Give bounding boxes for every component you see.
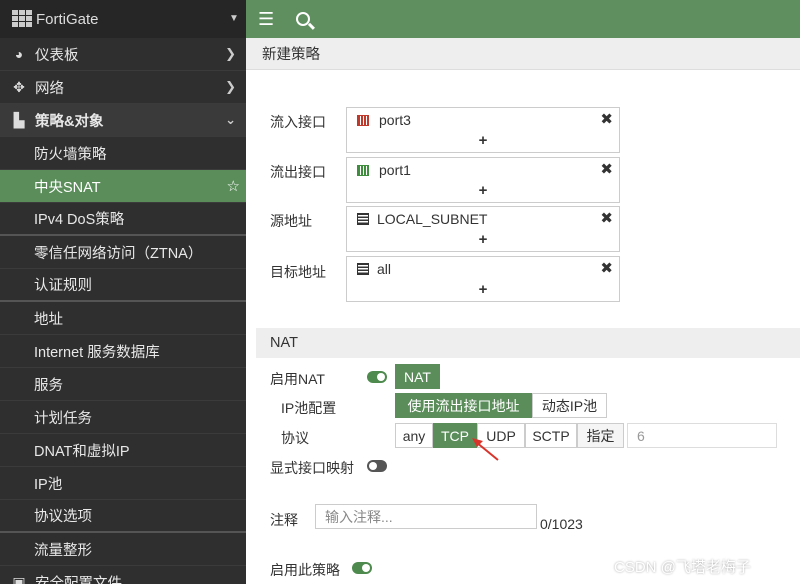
source-address-value: LOCAL_SUBNET (377, 211, 488, 227)
remove-icon[interactable]: ✖ (600, 110, 613, 128)
destination-address-field[interactable]: all ✖ + (346, 256, 620, 302)
watermark: CSDN @飞塔老梅子 (614, 559, 751, 576)
chevron-down-icon: ⌄ (225, 112, 236, 127)
page-title: 新建策略 (262, 47, 320, 63)
address-object-icon (357, 263, 369, 275)
sidebar-item-services[interactable]: 服务 (0, 368, 246, 401)
menu-hamburger-icon[interactable]: ☰ (258, 9, 274, 30)
sidebar-item-label: 服务 (34, 377, 63, 394)
sidebar-item-label: 协议选项 (34, 509, 92, 525)
ip-pool-config-label: IP池配置 (281, 400, 337, 416)
policy-form: 流入接口 port3 ✖ + 流出接口 port1 ✖ + 源地址 LOCAL_… (246, 70, 800, 584)
sidebar-item-network[interactable]: ✥ 网络 ❯ (0, 71, 246, 104)
protocol-option-specify[interactable]: 指定 (577, 423, 624, 448)
incoming-interface-label: 流入接口 (270, 114, 326, 130)
remove-icon[interactable]: ✖ (600, 160, 613, 178)
outgoing-interface-label: 流出接口 (270, 164, 326, 180)
network-arrows-icon: ✥ (13, 78, 25, 95)
sidebar-item-label: 防火墙策略 (34, 146, 107, 163)
sidebar-item-security-profiles[interactable]: ▣ 安全配置文件 (0, 566, 246, 584)
page-title-bar: 新建策略 (246, 38, 800, 70)
sidebar-item-auth-rules[interactable]: 认证规则 (0, 269, 246, 302)
sidebar-item-protocol-options[interactable]: 协议选项 (0, 500, 246, 533)
outgoing-interface-field[interactable]: port1 ✖ + (346, 157, 620, 203)
nat-button[interactable]: NAT (395, 364, 440, 389)
sidebar-item-ip-pools[interactable]: IP池 (0, 467, 246, 500)
sidebar-item-internet-service-db[interactable]: Internet 服务数据库 (0, 335, 246, 368)
port-green-icon (357, 164, 369, 176)
search-icon[interactable] (296, 12, 311, 26)
sidebar-item-central-snat[interactable]: 中央SNAT ☆ (0, 170, 246, 203)
top-bar: ☰ (246, 0, 800, 38)
destination-address-value: all (377, 261, 392, 277)
chevron-right-icon: ❯ (225, 79, 236, 94)
enable-nat-label: 启用NAT (270, 371, 325, 387)
sidebar-item-label: IP池 (34, 476, 63, 493)
incoming-interface-value: port3 (379, 112, 411, 128)
sidebar: FortiGate ▼ ◕ 仪表板 ❯ ✥ 网络 ❯ ▙ 策略&对象 ⌄ 防火墙… (0, 0, 246, 584)
sidebar-item-firewall-policy[interactable]: 防火墙策略 (0, 137, 246, 170)
sidebar-item-ipv4-dos[interactable]: IPv4 DoS策略 (0, 203, 246, 236)
explicit-port-mapping-label: 显式接口映射 (270, 460, 354, 476)
source-address-field[interactable]: LOCAL_SUBNET ✖ + (346, 206, 620, 252)
protocol-number-field[interactable]: 6 (627, 423, 777, 448)
sidebar-item-dashboard[interactable]: ◕ 仪表板 ❯ (0, 38, 246, 71)
sidebar-item-policy-objects[interactable]: ▙ 策略&对象 ⌄ (0, 104, 246, 137)
address-object-icon (357, 213, 369, 225)
incoming-interface-field[interactable]: port3 ✖ + (346, 107, 620, 153)
sidebar-item-label: IPv4 DoS策略 (34, 212, 125, 228)
brand-name: FortiGate (36, 10, 99, 28)
sidebar-item-addresses[interactable]: 地址 (0, 302, 246, 335)
protocol-option-any[interactable]: any (395, 423, 433, 448)
outgoing-interface-value: port1 (379, 162, 411, 178)
sidebar-item-label: 中央SNAT (34, 179, 101, 196)
add-entry-button[interactable]: + (347, 132, 619, 149)
explicit-port-mapping-toggle[interactable] (367, 460, 387, 472)
chevron-right-icon: ❯ (225, 46, 236, 61)
comment-textarea[interactable]: 输入注释... (315, 504, 537, 529)
ip-pool-option-outgoing-interface[interactable]: 使用流出接口地址 (395, 393, 532, 418)
remove-icon[interactable]: ✖ (600, 259, 613, 277)
add-entry-button[interactable]: + (347, 231, 619, 248)
comment-label: 注释 (270, 512, 298, 528)
lock-icon: ▣ (12, 573, 26, 584)
nat-section-header: NAT (256, 328, 800, 358)
sidebar-item-ztna[interactable]: 零信任网络访问（ZTNA） (0, 236, 246, 269)
sidebar-item-label: 地址 (34, 311, 63, 328)
policy-document-icon: ▙ (13, 111, 25, 128)
add-entry-button[interactable]: + (347, 281, 619, 298)
sidebar-item-label: Internet 服务数据库 (34, 344, 160, 361)
sidebar-item-label: 策略&对象 (35, 113, 104, 130)
enable-nat-toggle[interactable] (367, 371, 387, 383)
enable-policy-label: 启用此策略 (270, 562, 340, 578)
ip-pool-option-dynamic-pool[interactable]: 动态IP池 (532, 393, 607, 418)
port-red-icon (357, 114, 369, 126)
sidebar-item-label: 认证规则 (34, 278, 92, 294)
sidebar-item-schedules[interactable]: 计划任务 (0, 401, 246, 434)
source-address-label: 源地址 (270, 213, 312, 229)
comment-char-counter: 0/1023 (540, 516, 583, 532)
destination-address-label: 目标地址 (270, 264, 326, 280)
sidebar-item-dnat-vip[interactable]: DNAT和虚拟IP (0, 434, 246, 467)
sidebar-item-label: DNAT和虚拟IP (34, 443, 130, 460)
sidebar-item-label: 仪表板 (35, 47, 79, 64)
favorite-star-icon[interactable]: ☆ (227, 177, 240, 195)
sidebar-item-label: 流量整形 (34, 542, 92, 559)
remove-icon[interactable]: ✖ (600, 209, 613, 227)
annotation-arrow-icon (472, 438, 499, 461)
protocol-label: 协议 (281, 430, 309, 446)
sidebar-item-label: 计划任务 (34, 410, 92, 427)
fortigate-logo-icon (12, 10, 32, 28)
dashboard-icon: ◕ (14, 46, 24, 62)
add-entry-button[interactable]: + (347, 182, 619, 199)
nat-section-title: NAT (270, 335, 298, 351)
enable-policy-toggle[interactable] (352, 562, 372, 574)
brand-header[interactable]: FortiGate ▼ (0, 0, 246, 38)
sidebar-item-label: 安全配置文件 (35, 575, 122, 584)
sidebar-item-label: 零信任网络访问（ZTNA） (34, 245, 203, 262)
sidebar-item-label: 网络 (35, 80, 64, 97)
caret-down-icon: ▼ (229, 13, 239, 24)
sidebar-item-traffic-shaping[interactable]: 流量整形 (0, 533, 246, 566)
protocol-option-sctp[interactable]: SCTP (525, 423, 577, 448)
